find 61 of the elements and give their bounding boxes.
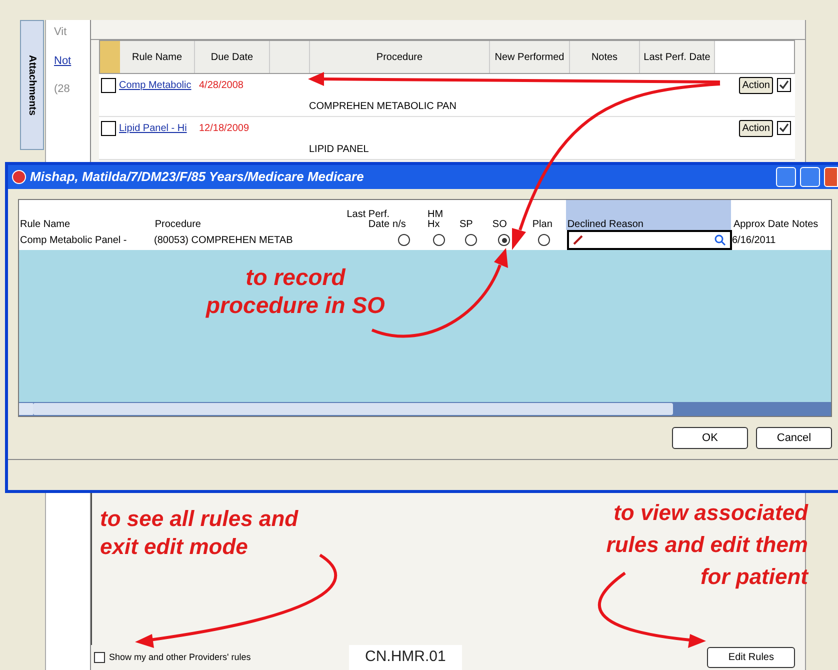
blank-column-header bbox=[270, 41, 310, 73]
screen-code: CN.HMR.01 bbox=[349, 645, 462, 670]
column-header: Procedure bbox=[310, 41, 490, 73]
column-header[interactable]: HM Hx bbox=[426, 200, 458, 230]
column-header: New Performed bbox=[490, 41, 570, 73]
declined-reason-field[interactable] bbox=[567, 230, 732, 250]
edit-check-icon[interactable] bbox=[777, 121, 791, 135]
table-cell-text: 6/16/2011 bbox=[732, 234, 777, 248]
edit-rules-button[interactable]: Edit Rules bbox=[707, 647, 795, 668]
column-header[interactable]: Notes bbox=[791, 200, 831, 230]
sidebar-item[interactable]: Not bbox=[46, 52, 90, 69]
procedure-cell-text: COMPREHEN METABOLIC PAN bbox=[309, 100, 456, 114]
column-header[interactable]: Declined Reason bbox=[566, 200, 732, 230]
row-checkbox[interactable] bbox=[101, 78, 116, 92]
radio-button[interactable] bbox=[398, 234, 410, 246]
action-button[interactable]: Action bbox=[739, 120, 773, 136]
sidebar-tab[interactable]: Attachments bbox=[20, 20, 44, 150]
sidebar-item[interactable]: (28 bbox=[46, 81, 90, 98]
column-header[interactable]: Plan bbox=[531, 200, 566, 230]
rule-link[interactable]: Comp Metabolic bbox=[119, 78, 199, 92]
column-header: Last Perf. Date bbox=[640, 41, 715, 73]
annotation-text: to record procedure in SO bbox=[206, 263, 385, 319]
annotation-text: to view associated rules and edit them for patient bbox=[606, 499, 808, 591]
column-header: Due Date bbox=[195, 41, 270, 73]
column-header[interactable]: Rule Name bbox=[19, 200, 154, 230]
horizontal-scrollbar[interactable] bbox=[19, 402, 831, 416]
column-header[interactable]: Approx Date bbox=[731, 200, 792, 230]
column-header: Rule Name bbox=[120, 41, 195, 73]
column-header: Notes bbox=[570, 41, 640, 73]
header-corner bbox=[100, 41, 120, 73]
edit-check-icon[interactable] bbox=[777, 78, 791, 92]
sidebar-item[interactable]: Vit bbox=[46, 24, 90, 40]
column-header[interactable]: n/s bbox=[392, 200, 426, 230]
window-title: Mishap, Matilda/7/DM23/F/85 Years/Medicare Medicare bbox=[30, 168, 364, 186]
maximize-button[interactable] bbox=[800, 167, 820, 187]
column-header[interactable]: SP bbox=[458, 200, 492, 230]
pencil-icon bbox=[573, 235, 583, 245]
annotation-text: to see all rules and exit edit mode bbox=[100, 505, 298, 561]
due-date: 12/18/2009 bbox=[199, 122, 250, 136]
radio-button[interactable] bbox=[433, 234, 445, 246]
column-header[interactable]: Last Perf. Date bbox=[332, 200, 392, 230]
radio-button[interactable] bbox=[538, 234, 550, 246]
minimize-button[interactable] bbox=[776, 167, 796, 187]
close-button[interactable] bbox=[824, 167, 838, 187]
procedure-cell-text: LIPID PANEL bbox=[309, 142, 369, 156]
table-cell-text: (80053) COMPREHEN METAB bbox=[154, 234, 294, 248]
dialog-button[interactable]: OK bbox=[672, 427, 748, 449]
radio-button[interactable] bbox=[465, 234, 477, 246]
app-icon bbox=[12, 170, 26, 184]
rule-link[interactable]: Lipid Panel - Hi bbox=[119, 120, 199, 136]
due-date: 4/28/2008 bbox=[199, 78, 244, 92]
table-cell-text: Comp Metabolic Panel - bbox=[19, 234, 128, 248]
action-button[interactable]: Action bbox=[739, 76, 773, 94]
checkbox[interactable] bbox=[94, 652, 105, 663]
column-header[interactable]: SO bbox=[491, 200, 532, 230]
dialog-button[interactable]: Cancel bbox=[756, 427, 832, 449]
column-header[interactable]: Procedure bbox=[154, 200, 332, 230]
search-icon[interactable] bbox=[714, 234, 726, 246]
checkbox-label[interactable]: Show my and other Providers' rules bbox=[109, 650, 349, 664]
radio-button[interactable] bbox=[498, 234, 510, 246]
row-checkbox[interactable] bbox=[101, 120, 116, 136]
